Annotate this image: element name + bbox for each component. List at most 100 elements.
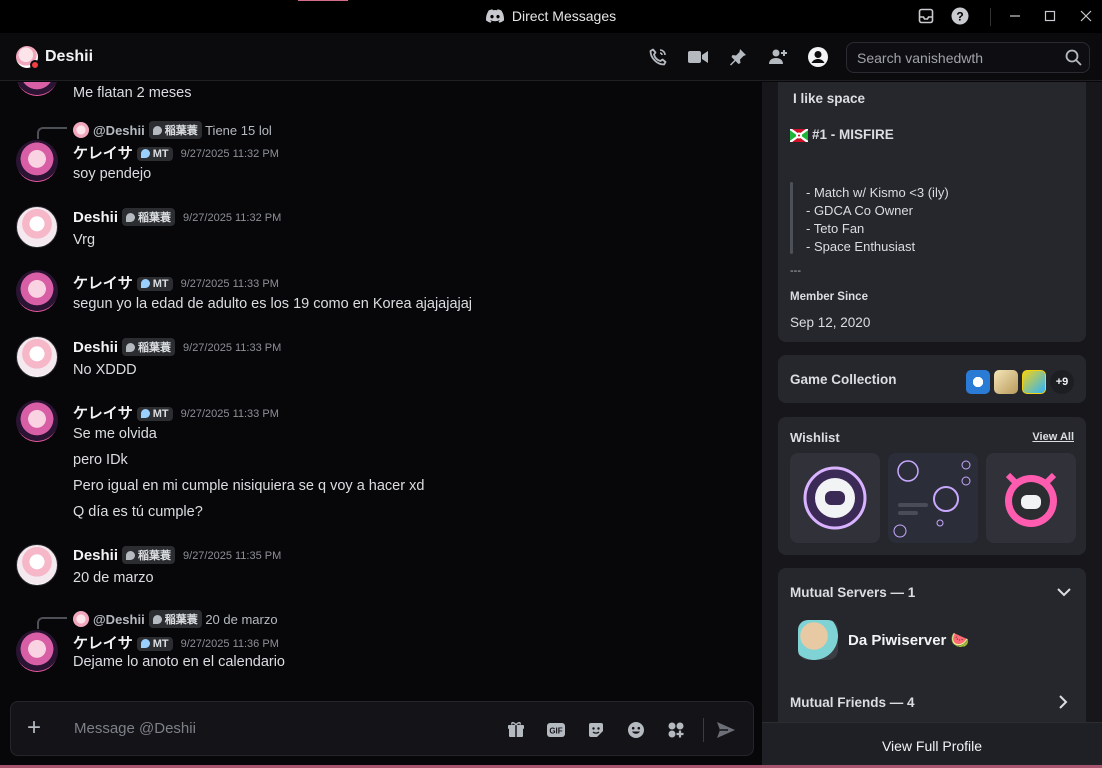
gift-icon[interactable] (505, 719, 527, 741)
message-author: ケレイサ MT 9/27/2025 11:36 PM (73, 632, 279, 653)
role-tag-label: 稲葉蓑 (138, 212, 172, 224)
title-accent (298, 0, 348, 1)
bio-rank: #1 - MISFIRE (789, 127, 894, 145)
message: Deshii 稲葉蓑 9/27/2025 11:33 PM No XDDD (0, 336, 762, 392)
inbox-icon[interactable] (916, 6, 936, 26)
role-tag-label: 稲葉蓑 (138, 550, 172, 562)
message-author: Deshii 稲葉蓑 9/27/2025 11:33 PM (73, 338, 281, 356)
discord-logo-icon (485, 9, 504, 26)
reply-connector (37, 127, 67, 139)
message-text: Me flatan 2 meses (73, 85, 192, 101)
message-text: segun yo la edad de adulto es los 19 com… (73, 296, 473, 312)
bio-quote-line: - Teto Fan (806, 221, 865, 236)
chevron-right-icon[interactable] (1056, 694, 1070, 715)
role-icon (126, 343, 136, 352)
dm-username[interactable]: Deshii (45, 48, 93, 66)
titlebar-divider (990, 8, 991, 26)
wishlist-item[interactable] (986, 453, 1076, 543)
wishlist-title: Wishlist (790, 430, 840, 445)
role-icon (140, 149, 150, 158)
reply-avatar (73, 122, 89, 138)
mutual-friends-title[interactable]: Mutual Friends — 4 (790, 695, 915, 710)
sticker-icon[interactable] (585, 719, 607, 741)
user-avatar[interactable] (16, 400, 58, 442)
message-input[interactable]: Message @Deshii (74, 720, 196, 737)
role-tag-label: MT (152, 148, 169, 160)
user-avatar[interactable] (16, 270, 58, 312)
apps-icon[interactable] (665, 719, 687, 741)
user-profile-toggle-icon[interactable] (807, 46, 829, 68)
author-name[interactable]: ケレイサ (73, 275, 133, 292)
maximize-icon[interactable] (1040, 6, 1060, 26)
role-tag: MT (136, 407, 173, 421)
reply-author[interactable]: @Deshii (93, 123, 145, 138)
view-full-profile-button[interactable]: View Full Profile (762, 722, 1102, 768)
minimize-icon[interactable] (1005, 6, 1025, 26)
role-icon (140, 639, 150, 648)
upload-plus-icon[interactable]: + (27, 716, 41, 740)
emoji-icon[interactable] (625, 719, 647, 741)
member-since-label: Member Since (790, 291, 868, 303)
chevron-down-icon[interactable] (1056, 584, 1072, 605)
message-author: ケレイサ MT 9/27/2025 11:33 PM (73, 402, 279, 423)
game-collection-title: Game Collection (790, 372, 897, 387)
message-timestamp: 9/27/2025 11:33 PM (183, 342, 282, 354)
close-icon[interactable] (1076, 6, 1096, 26)
message-text: Q día es tú cumple? (73, 504, 203, 520)
reply-preview[interactable]: @Deshii 稲葉蓑 Tiene 15 lol (73, 121, 272, 139)
search-input[interactable]: Search vanishedwth (846, 42, 1090, 73)
author-name[interactable]: ケレイサ (73, 405, 133, 422)
role-tag: 稲葉蓑 (148, 121, 202, 139)
server-name[interactable]: Da Piwiserver 🍉 (848, 631, 969, 649)
send-icon[interactable] (715, 719, 737, 741)
game-icon[interactable] (966, 370, 990, 394)
view-all-link[interactable]: View All (1032, 431, 1074, 443)
wishlist-item[interactable] (790, 453, 880, 543)
mutual-servers-title[interactable]: Mutual Servers — 1 (790, 585, 915, 600)
game-icon[interactable] (994, 370, 1018, 394)
message-timestamp: 9/27/2025 11:33 PM (180, 408, 279, 420)
wishlist-item[interactable] (888, 453, 978, 543)
more-games-badge[interactable]: +9 (1050, 370, 1074, 394)
add-friends-to-dm-icon[interactable] (767, 46, 789, 68)
author-name[interactable]: ケレイサ (73, 145, 133, 162)
reply-preview[interactable]: @Deshii 稲葉蓑 20 de marzo (73, 610, 278, 628)
message: Deshii 稲葉蓑 9/27/2025 11:32 PM Vrg (0, 206, 762, 262)
game-icon[interactable] (1022, 370, 1046, 394)
user-avatar[interactable] (16, 206, 58, 248)
message-composer[interactable]: + Message @Deshii GIF (10, 701, 754, 756)
author-name[interactable]: ケレイサ (73, 635, 133, 652)
message-text: soy pendejo (73, 166, 152, 182)
role-tag: 稲葉蓑 (122, 338, 176, 356)
user-avatar[interactable] (16, 82, 58, 96)
user-avatar[interactable] (16, 140, 58, 182)
reply-author[interactable]: @Deshii (93, 612, 145, 627)
window-title-text: Direct Messages (511, 8, 617, 24)
bio-rank-text: #1 - MISFIRE (812, 127, 894, 142)
author-name[interactable]: Deshii (73, 339, 118, 356)
role-tag: 稲葉蓑 (148, 610, 202, 628)
game-collection-card[interactable]: Game Collection +9 (778, 355, 1086, 403)
author-name[interactable]: Deshii (73, 209, 118, 226)
user-avatar[interactable] (16, 630, 58, 672)
message-list[interactable]: Me flatan 2 meses @Deshii 稲葉蓑 Tiene 15 lo… (0, 82, 762, 700)
voice-call-icon[interactable] (647, 46, 669, 68)
composer-divider (703, 718, 704, 742)
role-tag: 稲葉蓑 (122, 546, 176, 564)
wishlist-card: Wishlist View All (778, 417, 1086, 555)
pinned-messages-icon[interactable] (727, 46, 749, 68)
video-call-icon[interactable] (687, 46, 709, 68)
gif-picker-icon[interactable]: GIF (545, 719, 567, 741)
role-tag: MT (136, 637, 173, 651)
server-icon[interactable] (798, 620, 838, 660)
message-text: pero IDk (73, 452, 128, 468)
role-icon (140, 279, 150, 288)
message-author: ケレイサ MT 9/27/2025 11:33 PM (73, 272, 279, 293)
help-icon[interactable]: ? (950, 6, 970, 26)
role-tag-label: 稲葉蓑 (164, 125, 198, 137)
author-name[interactable]: Deshii (73, 547, 118, 564)
user-avatar[interactable] (16, 336, 58, 378)
mutuals-card: Mutual Servers — 1 Da Piwiserver 🍉 Mutua… (778, 568, 1086, 722)
role-tag-label: MT (152, 638, 169, 650)
user-avatar[interactable] (16, 544, 58, 586)
